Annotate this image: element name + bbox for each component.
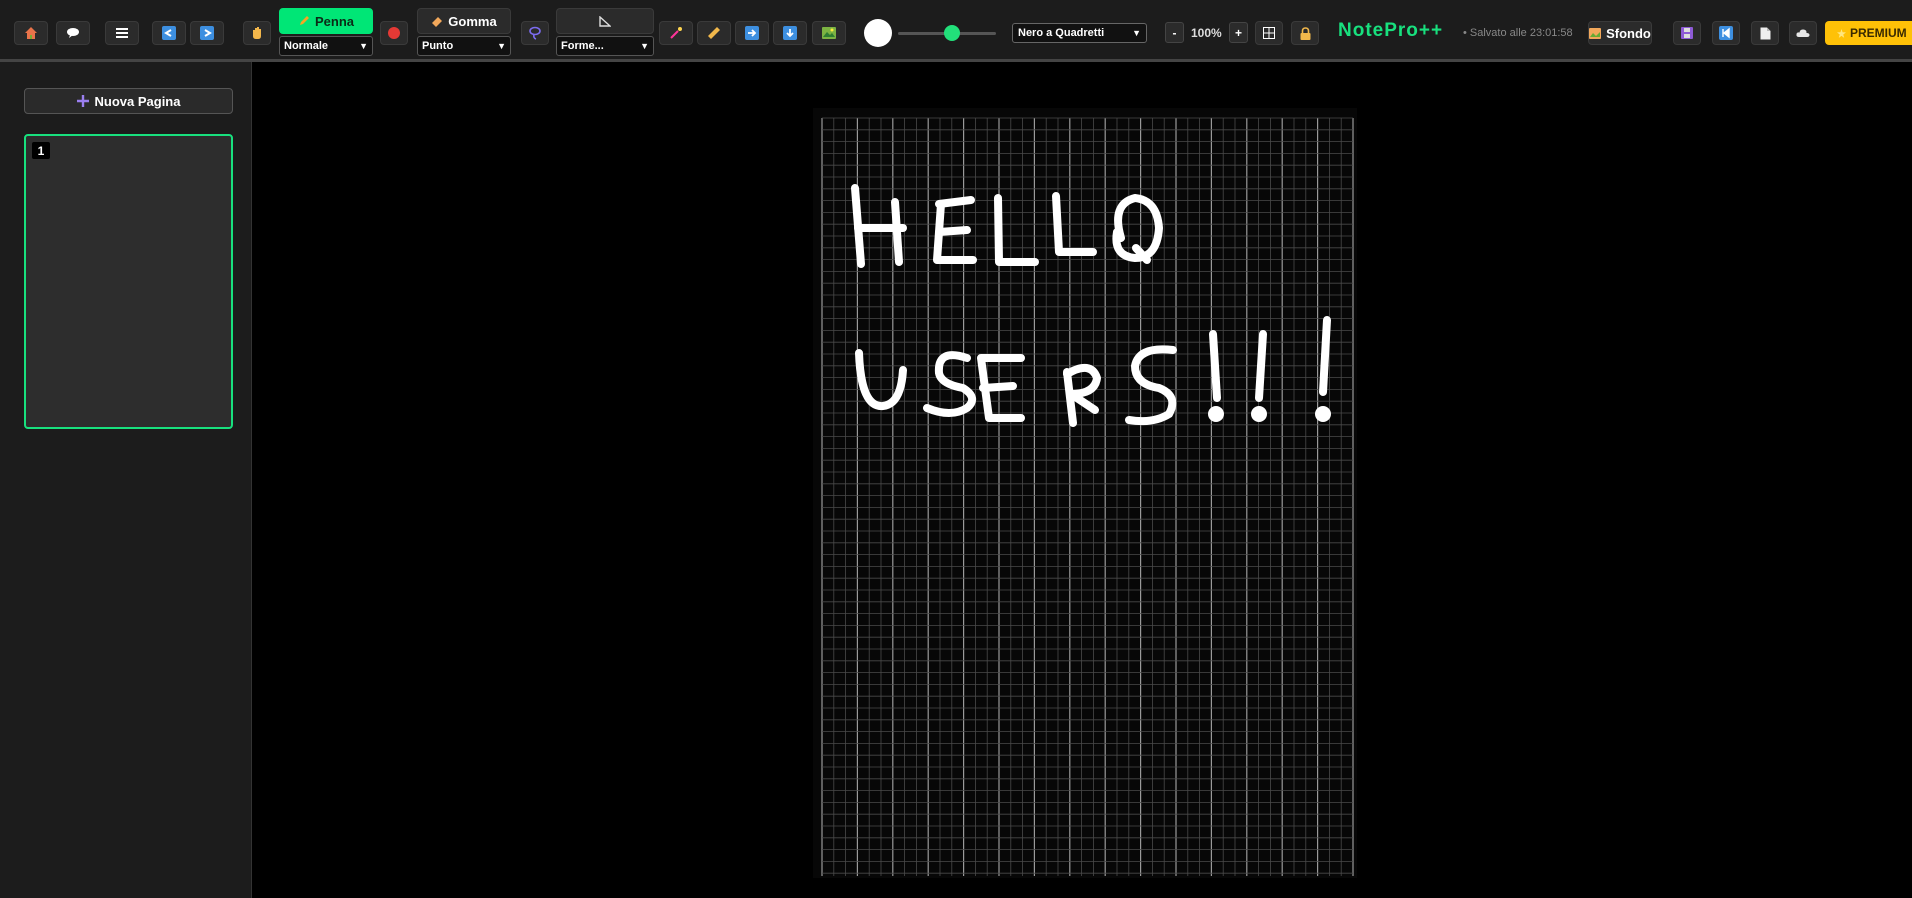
hand-icon [253, 27, 261, 39]
picture-icon [1589, 27, 1602, 39]
chevron-down-icon: ▼ [1132, 28, 1141, 38]
premium-button[interactable]: PREMIUM [1825, 21, 1912, 45]
sfondo-button[interactable]: Sfondo [1588, 21, 1652, 45]
lock-icon [1300, 26, 1310, 40]
star-icon [1837, 28, 1846, 38]
menu-button[interactable] [105, 21, 139, 45]
eraser-mode-value: Punto [422, 40, 454, 52]
zoom-out-button[interactable]: - [1165, 22, 1184, 43]
eraser-icon [432, 17, 443, 27]
page-thumbnail[interactable]: 1 [24, 134, 233, 429]
eraser-tool-button[interactable]: Gomma [417, 8, 511, 34]
shapes-tool-button[interactable] [556, 8, 654, 34]
ruler-icon [708, 27, 720, 39]
arrow-right-icon [745, 26, 759, 40]
grid-toggle-button[interactable] [1255, 21, 1283, 45]
first-page-button[interactable] [1712, 21, 1740, 45]
chevron-down-icon: ▼ [640, 41, 649, 51]
sidebar: Nuova Pagina 1 [0, 62, 252, 898]
image-button[interactable] [812, 21, 846, 45]
lock-button[interactable] [1291, 21, 1319, 45]
save-button[interactable] [1673, 21, 1701, 45]
chevron-down-icon: ▼ [359, 41, 368, 51]
cloud-button[interactable] [1789, 21, 1817, 45]
eraser-label: Gomma [448, 13, 497, 29]
background-select-value: Nero a Quadretti [1018, 27, 1105, 39]
lasso-icon [529, 26, 541, 40]
ruler-button[interactable] [697, 21, 731, 45]
skip-back-icon [1719, 26, 1733, 40]
save-status: • Salvato alle 23:01:58 [1463, 27, 1573, 39]
redo-icon [200, 26, 214, 40]
arrow-down-icon [783, 26, 797, 40]
speech-bubble-icon [67, 28, 79, 38]
sfondo-label: Sfondo [1606, 25, 1651, 41]
set-square-icon [599, 15, 611, 27]
hand-tool-button[interactable] [243, 21, 271, 45]
pen-mode-value: Normale [284, 40, 329, 52]
pen-tool-button[interactable]: Penna [279, 8, 373, 34]
pen-mode-select[interactable]: Normale ▼ [279, 36, 373, 56]
background-select[interactable]: Nero a Quadretti ▼ [1012, 23, 1147, 43]
color-dot-icon [388, 27, 400, 39]
toolbar: Penna Normale ▼ Gomma Punto ▼ Forme... ▼ [0, 0, 1912, 62]
comment-button[interactable] [56, 21, 90, 45]
drawing-canvas[interactable] [813, 108, 1357, 878]
zoom-in-button[interactable]: + [1229, 22, 1248, 43]
stroke-size-slider-thumb[interactable] [943, 25, 960, 41]
menu-icon [116, 28, 128, 38]
image-icon [822, 27, 836, 39]
cloud-icon [1796, 29, 1810, 37]
document-icon [1760, 27, 1770, 39]
home-icon [25, 27, 37, 39]
home-button[interactable] [14, 21, 48, 45]
pencil-icon [299, 16, 309, 25]
ink-word-hello [851, 184, 1163, 268]
magic-wand-button[interactable] [659, 21, 693, 45]
app-title: NotePro++ [1338, 20, 1444, 41]
shapes-select[interactable]: Forme... ▼ [556, 36, 654, 56]
lasso-tool-button[interactable] [521, 21, 549, 45]
redo-button[interactable] [190, 21, 224, 45]
document-button[interactable] [1751, 21, 1779, 45]
zoom-level: 100% [1191, 26, 1222, 40]
handwritten-ink [851, 184, 1331, 427]
pen-label: Penna [314, 13, 354, 29]
plus-icon [76, 95, 89, 107]
page-number-badge: 1 [32, 142, 50, 159]
new-page-label: Nuova Pagina [94, 93, 181, 109]
color-picker-button[interactable] [380, 21, 408, 45]
premium-label: PREMIUM [1850, 26, 1907, 40]
shapes-select-value: Forme... [561, 40, 604, 52]
canvas-grid-and-ink [821, 117, 1354, 876]
insert-button[interactable] [735, 21, 769, 45]
floppy-disk-icon [1681, 27, 1693, 39]
undo-button[interactable] [152, 21, 186, 45]
grid-icon [1263, 27, 1275, 39]
undo-icon [162, 26, 176, 40]
download-button[interactable] [773, 21, 807, 45]
magic-wand-icon [670, 27, 682, 39]
stroke-size-preview [864, 19, 892, 47]
eraser-mode-select[interactable]: Punto ▼ [417, 36, 511, 56]
new-page-button[interactable]: Nuova Pagina [24, 88, 233, 114]
chevron-down-icon: ▼ [497, 41, 506, 51]
